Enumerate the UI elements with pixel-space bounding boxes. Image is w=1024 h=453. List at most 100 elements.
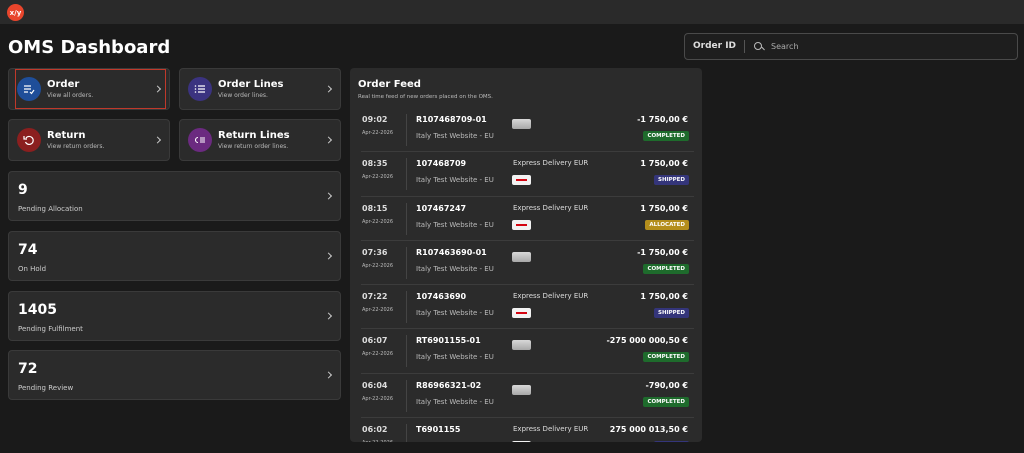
chevron-right-icon <box>324 192 333 200</box>
order-id: 107467247 <box>416 203 467 213</box>
search-input[interactable] <box>771 42 1012 51</box>
order-time: 07:36 <box>362 247 388 257</box>
nav-card-return-lines[interactable]: Return Lines View return order lines. <box>179 119 341 161</box>
feed-row[interactable]: 06:07 Apr-22-2026 RT6901155-01 Italy Tes… <box>361 329 694 374</box>
row-divider <box>406 424 407 442</box>
order-time: 08:15 <box>362 203 388 213</box>
feed-row[interactable]: 08:15 Apr-22-2026 107467247 Italy Test W… <box>361 197 694 241</box>
order-time: 09:02 <box>362 115 388 124</box>
order-date: Apr-22-2026 <box>362 130 394 136</box>
chevron-right-icon <box>324 252 333 260</box>
nav-card-subtitle: View order lines. <box>218 92 268 99</box>
status-badge: SHIPPED <box>654 441 689 442</box>
order-id: RT6901155-01 <box>416 336 481 346</box>
top-bar: x/y <box>0 0 1024 24</box>
stat-card-pending-review[interactable]: 72 Pending Review <box>8 350 341 400</box>
return-icon <box>17 128 41 152</box>
row-divider <box>406 291 407 324</box>
app-logo[interactable]: x/y <box>7 4 24 21</box>
carrier-logo-icon <box>512 340 531 351</box>
order-date: Apr-22-2026 <box>362 174 394 181</box>
feed-row[interactable]: 09:02 Apr-22-2026 R107468709-01 Italy Te… <box>361 108 694 153</box>
order-date: Apr-22-2026 <box>362 218 394 225</box>
stat-label: On Hold <box>18 265 47 273</box>
order-id: T6901155 <box>416 425 461 435</box>
order-date: Apr-22-2026 <box>362 440 393 442</box>
order-date: Apr-22-2026 <box>362 307 394 314</box>
order-date: Apr-22-2026 <box>362 351 394 358</box>
status-badge: COMPLETED <box>643 352 689 363</box>
feed-list: 09:02 Apr-22-2026 R107468709-01 Italy Te… <box>361 108 694 442</box>
status-badge: SHIPPED <box>654 175 689 186</box>
order-amount: 1 750,00 € <box>640 203 688 213</box>
search-label: Order ID <box>685 40 746 53</box>
row-divider <box>406 379 407 412</box>
stat-value: 9 <box>18 182 28 198</box>
row-divider <box>406 246 407 279</box>
search-icon <box>753 41 765 53</box>
row-divider <box>406 158 407 191</box>
nav-card-order[interactable]: Order View all orders. <box>8 68 170 110</box>
order-site: Italy Test Website - EU <box>416 264 494 273</box>
order-id: 107468709 <box>416 159 467 169</box>
carrier-logo-icon <box>512 175 531 186</box>
carrier-name: Express Delivery EUR <box>513 203 589 212</box>
nav-card-return[interactable]: Return View return orders. <box>8 119 170 161</box>
return-lines-icon <box>188 128 212 152</box>
order-id: R86966321-02 <box>416 380 482 390</box>
lines-icon <box>188 77 212 101</box>
order-id: R107468709-01 <box>416 115 487 124</box>
carrier-logo-icon <box>512 441 531 442</box>
order-list-icon <box>17 77 41 101</box>
carrier-logo-icon <box>512 308 531 319</box>
feed-row[interactable]: 06:04 Apr-22-2026 R86966321-02 Italy Tes… <box>361 374 694 419</box>
order-time: 07:22 <box>362 292 388 302</box>
order-amount: 275 000 013,50 € <box>609 425 688 435</box>
order-amount: 1 750,00 € <box>640 292 688 302</box>
nav-card-title: Return <box>47 130 86 141</box>
page-title: OMS Dashboard <box>8 37 171 58</box>
stat-card-on-hold[interactable]: 74 On Hold <box>8 231 341 281</box>
feed-row[interactable]: 06:02 Apr-22-2026 T6901155 Italy Test We… <box>361 418 694 442</box>
feed-row[interactable]: 08:35 Apr-22-2026 107468709 Italy Test W… <box>361 152 694 197</box>
feed-row[interactable]: 07:36 Apr-22-2026 R107463690-01 Italy Te… <box>361 241 694 286</box>
chevron-right-icon <box>324 136 333 144</box>
feed-row[interactable]: 07:22 Apr-22-2026 107463690 Italy Test W… <box>361 285 694 330</box>
feed-subtitle: Real time feed of new orders placed on t… <box>358 94 493 100</box>
nav-card-title: Return Lines <box>218 130 290 141</box>
order-time: 06:07 <box>362 336 388 346</box>
nav-card-subtitle: View return order lines. <box>218 143 289 150</box>
stat-label: Pending Review <box>18 384 74 392</box>
chevron-right-icon <box>324 312 333 320</box>
order-id: R107463690-01 <box>416 247 487 257</box>
row-divider <box>406 335 407 368</box>
stat-card-pending-fulfilment[interactable]: 1405 Pending Fulfilment <box>8 291 341 341</box>
order-id: 107463690 <box>416 292 467 302</box>
order-amount: -1 750,00 € <box>637 247 688 257</box>
order-site: Italy Test Website - EU <box>416 220 494 229</box>
order-site: Italy Test Website - EU <box>416 176 494 185</box>
nav-card-title: Order Lines <box>218 79 284 90</box>
order-date: Apr-22-2026 <box>362 395 394 402</box>
status-badge: SHIPPED <box>654 308 689 319</box>
order-time: 06:02 <box>362 425 388 435</box>
nav-card-order-lines[interactable]: Order Lines View order lines. <box>179 68 341 110</box>
order-site: Italy Test Website - EU <box>416 309 494 318</box>
row-divider <box>406 114 407 146</box>
stat-card-pending-allocation[interactable]: 9 Pending Allocation <box>8 171 341 221</box>
status-badge: COMPLETED <box>643 131 689 141</box>
nav-card-subtitle: View all orders. <box>47 92 94 99</box>
stat-value: 1405 <box>18 302 57 318</box>
order-amount: -275 000 000,50 € <box>606 336 688 346</box>
carrier-logo-icon <box>512 119 531 129</box>
order-date: Apr-22-2026 <box>362 262 394 269</box>
stat-value: 74 <box>18 242 38 258</box>
order-site: Italy Test Website - EU <box>416 397 494 406</box>
chevron-right-icon <box>324 85 333 93</box>
carrier-logo-icon <box>512 219 531 230</box>
order-time: 06:04 <box>362 380 388 390</box>
order-search: Order ID <box>684 33 1018 60</box>
row-divider <box>406 202 407 235</box>
status-badge: ALLOCATED <box>645 219 689 230</box>
nav-card-subtitle: View return orders. <box>47 143 105 150</box>
